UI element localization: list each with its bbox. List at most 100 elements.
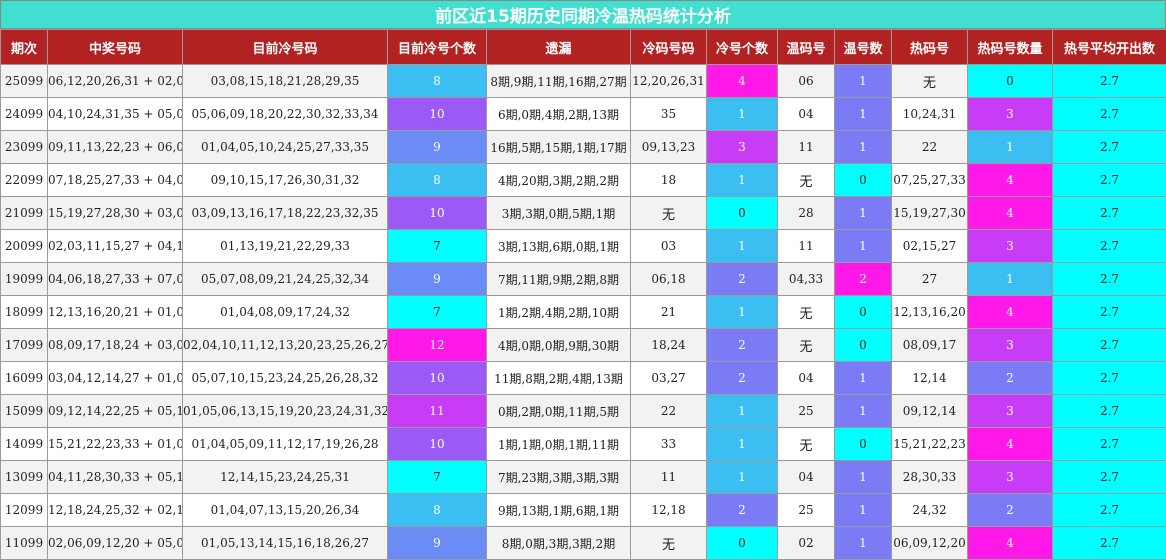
cell-cold-count: 4 bbox=[707, 65, 778, 98]
col-header-hot-nums: 热码号 bbox=[892, 30, 968, 65]
cell-hot-count: 4 bbox=[968, 296, 1053, 329]
cell-current-cold-count: 7 bbox=[388, 230, 487, 263]
table-row: 2009902,03,11,15,27 + 04,1201,13,19,21,2… bbox=[1, 230, 1166, 263]
cell-current-cold-count: 10 bbox=[388, 98, 487, 131]
col-header-current-cold-count: 目前冷号个数 bbox=[388, 30, 487, 65]
cell-hot-count: 4 bbox=[968, 164, 1053, 197]
col-header-warm-nums: 温码号 bbox=[778, 30, 835, 65]
cell-hot-nums: 27 bbox=[892, 263, 968, 296]
cell-period: 18099 bbox=[1, 296, 48, 329]
cell-hot-nums: 09,12,14 bbox=[892, 395, 968, 428]
cell-cold-nums: 09,13,23 bbox=[631, 131, 707, 164]
cell-miss: 8期,0期,3期,3期,2期 bbox=[487, 527, 631, 560]
col-header-hot-count: 热码号数量 bbox=[968, 30, 1053, 65]
cell-hot-avg: 2.7 bbox=[1053, 395, 1166, 428]
table-row: 1509909,12,14,22,25 + 05,1001,05,06,13,1… bbox=[1, 395, 1166, 428]
cell-miss: 3期,3期,0期,5期,1期 bbox=[487, 197, 631, 230]
header-row: 期次 中奖号码 目前冷号码 目前冷号个数 遗漏 冷码号码 冷号个数 温码号 温号… bbox=[1, 30, 1166, 65]
cell-winning: 12,13,16,20,21 + 01,07 bbox=[48, 296, 183, 329]
cell-period: 17099 bbox=[1, 329, 48, 362]
cell-warm-nums: 25 bbox=[778, 494, 835, 527]
cell-hot-nums: 无 bbox=[892, 65, 968, 98]
cell-hot-avg: 2.7 bbox=[1053, 362, 1166, 395]
table-row: 1409915,21,22,23,33 + 01,0701,04,05,09,1… bbox=[1, 428, 1166, 461]
cell-cold-count: 0 bbox=[707, 197, 778, 230]
cell-period: 16099 bbox=[1, 362, 48, 395]
cell-cold-count: 1 bbox=[707, 296, 778, 329]
cell-cold-nums: 06,18 bbox=[631, 263, 707, 296]
cell-warm-nums: 无 bbox=[778, 329, 835, 362]
table-body: 2509906,12,20,26,31 + 02,0403,08,15,18,2… bbox=[1, 65, 1166, 560]
cell-period: 21099 bbox=[1, 197, 48, 230]
table-row: 1809912,13,16,20,21 + 01,0701,04,08,09,1… bbox=[1, 296, 1166, 329]
table-row: 2309909,11,13,22,23 + 06,0701,04,05,10,2… bbox=[1, 131, 1166, 164]
table-row: 2409904,10,24,31,35 + 05,0805,06,09,18,2… bbox=[1, 98, 1166, 131]
cell-hot-avg: 2.7 bbox=[1053, 65, 1166, 98]
cell-cold-count: 1 bbox=[707, 395, 778, 428]
cell-warm-nums: 无 bbox=[778, 428, 835, 461]
cell-hot-avg: 2.7 bbox=[1053, 329, 1166, 362]
cell-hot-count: 3 bbox=[968, 98, 1053, 131]
cell-hot-nums: 08,09,17 bbox=[892, 329, 968, 362]
cell-hot-nums: 10,24,31 bbox=[892, 98, 968, 131]
cell-hot-nums: 15,19,27,30 bbox=[892, 197, 968, 230]
cell-current-cold: 05,07,08,09,21,24,25,32,34 bbox=[183, 263, 388, 296]
stats-panel: 前区近15期历史同期冷温热码统计分析 期次 中奖号码 目前冷号码 目前冷号个数 … bbox=[0, 0, 1166, 559]
cell-miss: 9期,13期,1期,6期,1期 bbox=[487, 494, 631, 527]
cell-warm-nums: 04 bbox=[778, 362, 835, 395]
cell-period: 25099 bbox=[1, 65, 48, 98]
cell-winning: 07,18,25,27,33 + 04,05 bbox=[48, 164, 183, 197]
cell-hot-nums: 12,13,16,20 bbox=[892, 296, 968, 329]
cell-hot-avg: 2.7 bbox=[1053, 164, 1166, 197]
cell-warm-nums: 04 bbox=[778, 461, 835, 494]
cell-hot-count: 2 bbox=[968, 494, 1053, 527]
cell-warm-nums: 无 bbox=[778, 164, 835, 197]
cell-hot-avg: 2.7 bbox=[1053, 230, 1166, 263]
cell-current-cold: 09,10,15,17,26,30,31,32 bbox=[183, 164, 388, 197]
cell-period: 24099 bbox=[1, 98, 48, 131]
cell-cold-count: 0 bbox=[707, 527, 778, 560]
cell-winning: 15,19,27,28,30 + 03,04 bbox=[48, 197, 183, 230]
col-header-hot-avg: 热号平均开出数 bbox=[1053, 30, 1166, 65]
cell-cold-count: 2 bbox=[707, 263, 778, 296]
cell-warm-count: 1 bbox=[835, 527, 892, 560]
cell-current-cold: 12,14,15,23,24,25,31 bbox=[183, 461, 388, 494]
cell-hot-avg: 2.7 bbox=[1053, 461, 1166, 494]
cell-current-cold: 01,04,05,09,11,12,17,19,26,28 bbox=[183, 428, 388, 461]
cell-cold-count: 2 bbox=[707, 494, 778, 527]
cell-current-cold: 01,05,06,13,15,19,20,23,24,31,32 bbox=[183, 395, 388, 428]
cell-winning: 12,18,24,25,32 + 02,12 bbox=[48, 494, 183, 527]
cell-warm-count: 1 bbox=[835, 362, 892, 395]
cell-cold-count: 1 bbox=[707, 461, 778, 494]
cell-warm-nums: 04,33 bbox=[778, 263, 835, 296]
table-row: 2209907,18,25,27,33 + 04,0509,10,15,17,2… bbox=[1, 164, 1166, 197]
cell-cold-nums: 33 bbox=[631, 428, 707, 461]
cell-current-cold-count: 7 bbox=[388, 461, 487, 494]
cell-cold-count: 1 bbox=[707, 98, 778, 131]
table-row: 1209912,18,24,25,32 + 02,1201,04,07,13,1… bbox=[1, 494, 1166, 527]
cell-cold-count: 3 bbox=[707, 131, 778, 164]
cell-cold-count: 2 bbox=[707, 362, 778, 395]
cell-current-cold: 01,05,13,14,15,16,18,26,27 bbox=[183, 527, 388, 560]
table-row: 1709908,09,17,18,24 + 03,0702,04,10,11,1… bbox=[1, 329, 1166, 362]
col-header-winning: 中奖号码 bbox=[48, 30, 183, 65]
cell-hot-count: 3 bbox=[968, 461, 1053, 494]
cell-current-cold-count: 11 bbox=[388, 395, 487, 428]
col-header-current-cold: 目前冷号码 bbox=[183, 30, 388, 65]
cell-cold-nums: 21 bbox=[631, 296, 707, 329]
table-row: 2109915,19,27,28,30 + 03,0403,09,13,16,1… bbox=[1, 197, 1166, 230]
cell-cold-count: 1 bbox=[707, 230, 778, 263]
cell-hot-count: 3 bbox=[968, 329, 1053, 362]
cell-current-cold: 01,04,05,10,24,25,27,33,35 bbox=[183, 131, 388, 164]
cell-cold-nums: 35 bbox=[631, 98, 707, 131]
cell-warm-count: 1 bbox=[835, 98, 892, 131]
cell-period: 12099 bbox=[1, 494, 48, 527]
cell-current-cold-count: 10 bbox=[388, 362, 487, 395]
cell-hot-count: 1 bbox=[968, 263, 1053, 296]
cell-miss: 4期,0期,0期,9期,30期 bbox=[487, 329, 631, 362]
table-row: 1609903,04,12,14,27 + 01,0505,07,10,15,2… bbox=[1, 362, 1166, 395]
cell-warm-nums: 06 bbox=[778, 65, 835, 98]
cell-warm-nums: 02 bbox=[778, 527, 835, 560]
table-row: 1309904,11,28,30,33 + 05,1212,14,15,23,2… bbox=[1, 461, 1166, 494]
cell-warm-count: 0 bbox=[835, 296, 892, 329]
